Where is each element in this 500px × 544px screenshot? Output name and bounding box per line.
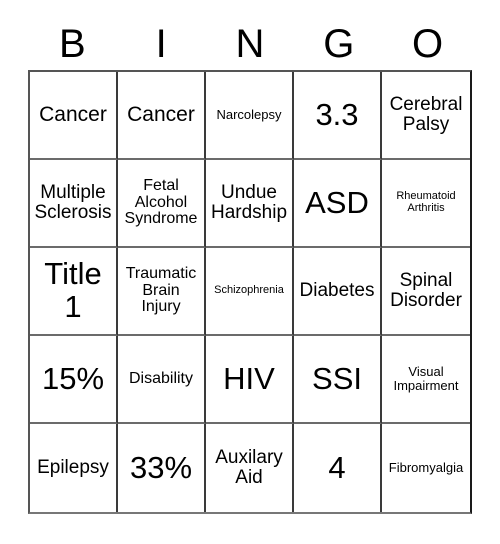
bingo-cell-label: Disability xyxy=(128,369,193,387)
bingo-cell-r4c3[interactable]: HIV xyxy=(206,336,294,424)
bingo-cell-label: Rheumatoid Arthritis xyxy=(396,190,456,214)
bingo-cell-label: HIV xyxy=(223,360,275,396)
bingo-cell-label: Schizophrenia xyxy=(214,284,284,297)
bingo-cell-r5c4[interactable]: 4 xyxy=(294,424,382,512)
bingo-cell-label: Diabetes xyxy=(299,280,375,302)
bingo-cell-r1c2[interactable]: Cancer xyxy=(118,72,206,160)
bingo-card: B I N G O Cancer Cancer Narcolepsy 3.3 Cerebral … xyxy=(0,0,500,544)
bingo-cell-r3c3[interactable]: Schizophrenia xyxy=(206,248,294,336)
bingo-cell-label: Cancer xyxy=(39,102,107,126)
bingo-cell-r2c2[interactable]: Fetal Alcohol Syndrome xyxy=(118,160,206,248)
bingo-cell-r2c5[interactable]: Rheumatoid Arthritis xyxy=(382,160,470,248)
bingo-cell-r4c1[interactable]: 15% xyxy=(30,336,118,424)
bingo-header-letter-i: I xyxy=(155,22,167,66)
bingo-header-letter-b: B xyxy=(59,22,86,66)
bingo-cell-r2c1[interactable]: Multiple Sclerosis xyxy=(30,160,118,248)
bingo-header-letter-n: N xyxy=(235,22,265,66)
bingo-cell-r1c1[interactable]: Cancer xyxy=(30,72,118,160)
bingo-cell-label: 33% xyxy=(129,449,193,485)
bingo-cell-label: Fibromyalgia xyxy=(388,460,464,476)
bingo-cell-label: ASD xyxy=(305,184,369,220)
bingo-cell-label: SSI xyxy=(312,360,362,396)
bingo-cell-r5c3[interactable]: Auxilary Aid xyxy=(206,424,294,512)
bingo-cell-r5c5[interactable]: Fibromyalgia xyxy=(382,424,470,512)
bingo-cell-label: 4 xyxy=(328,449,346,485)
bingo-cell-label: Auxilary Aid xyxy=(215,447,283,488)
bingo-cell-r5c2[interactable]: 33% xyxy=(118,424,206,512)
bingo-cell-r3c1[interactable]: Title 1 xyxy=(30,248,118,336)
bingo-cell-label: Epilepsy xyxy=(37,457,109,479)
bingo-cell-label: Fetal Alcohol Syndrome xyxy=(124,176,198,228)
bingo-cell-label: Cerebral Palsy xyxy=(389,94,463,135)
bingo-header-letter-o: O xyxy=(412,22,444,66)
bingo-cell-r5c1[interactable]: Epilepsy xyxy=(30,424,118,512)
bingo-cell-r2c3[interactable]: Undue Hardship xyxy=(206,160,294,248)
bingo-cell-label: Traumatic Brain Injury xyxy=(125,264,197,316)
bingo-cell-r1c3[interactable]: Narcolepsy xyxy=(206,72,294,160)
bingo-cell-label: Visual Impairment xyxy=(393,364,459,393)
bingo-cell-label: 3.3 xyxy=(315,96,359,132)
bingo-cell-r1c4[interactable]: 3.3 xyxy=(294,72,382,160)
bingo-cell-r1c5[interactable]: Cerebral Palsy xyxy=(382,72,470,160)
bingo-cell-r4c4[interactable]: SSI xyxy=(294,336,382,424)
bingo-cell-label: Title 1 xyxy=(44,256,102,324)
bingo-cell-label: Cancer xyxy=(127,102,195,126)
bingo-header-row: BINGO xyxy=(28,18,472,70)
bingo-grid: Cancer Cancer Narcolepsy 3.3 Cerebral Palsy M… xyxy=(28,70,472,514)
bingo-cell-r2c4[interactable]: ASD xyxy=(294,160,382,248)
bingo-cell-r3c5[interactable]: Spinal Disorder xyxy=(382,248,470,336)
bingo-cell-r4c5[interactable]: Visual Impairment xyxy=(382,336,470,424)
bingo-cell-label: Multiple Sclerosis xyxy=(34,182,112,223)
bingo-cell-label: Narcolepsy xyxy=(216,107,282,123)
bingo-cell-label: 15% xyxy=(41,360,105,396)
bingo-header-letter-g: G xyxy=(323,22,355,66)
bingo-cell-r4c2[interactable]: Disability xyxy=(118,336,206,424)
bingo-cell-r3c4[interactable]: Diabetes xyxy=(294,248,382,336)
bingo-cell-label: Undue Hardship xyxy=(210,182,288,223)
bingo-cell-r3c2[interactable]: Traumatic Brain Injury xyxy=(118,248,206,336)
bingo-cell-label: Spinal Disorder xyxy=(390,270,462,311)
